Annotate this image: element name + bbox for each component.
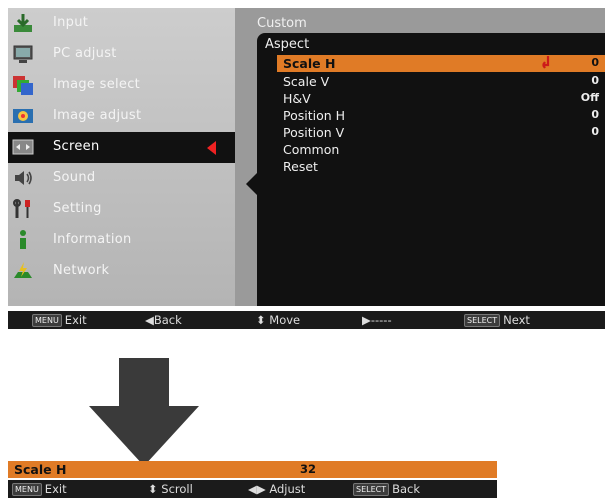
help-adjust: ◀▶ Adjust (248, 482, 306, 496)
menu-item-setting[interactable]: Setting (8, 194, 235, 225)
help-exit: MENU Exit (12, 482, 67, 496)
menu-key-icon: MENU (12, 483, 42, 496)
submenu-item-value: 0 (591, 56, 599, 69)
help-next-label: Next (503, 313, 530, 327)
help-next-arrow: ▶----- (362, 313, 392, 327)
menu-item-image-select[interactable]: Image select (8, 70, 235, 101)
menu-key-icon: MENU (32, 314, 62, 327)
submenu-item-label: Reset (283, 159, 318, 174)
aspect-label: Aspect (265, 37, 310, 52)
submenu-list: Aspect Scale H 0 Scale V 0 H&V Off Posit… (246, 33, 605, 306)
osd-menu: Input PC adjust Image select Image adjus… (8, 8, 605, 329)
adjust-value: 32 (300, 462, 317, 476)
submenu-item-position-v[interactable]: Position V 0 (277, 124, 605, 141)
submenu-item-value: 0 (591, 74, 599, 87)
menu-item-label: Input (53, 15, 89, 30)
submenu-item-label: Scale V (283, 74, 330, 89)
image-select-icon (11, 73, 35, 97)
screen-icon (11, 135, 35, 159)
menu-item-information[interactable]: Information (8, 225, 235, 256)
submenu-item-common[interactable]: Common (277, 141, 605, 158)
help-back: ◀Back (145, 313, 182, 327)
menu-item-pc-adjust[interactable]: PC adjust (8, 39, 235, 70)
submenu-item-h-and-v[interactable]: H&V Off (277, 90, 605, 107)
information-icon (11, 228, 35, 252)
help-back-label: Back (392, 482, 421, 496)
submenu-item-reset[interactable]: Reset (277, 158, 605, 175)
submenu-item-value: 0 (591, 108, 599, 121)
submenu-item-label: H&V (283, 91, 311, 106)
submenu-panel: Custom Aspect Scale H 0 Scale V 0 H&V Of… (235, 8, 605, 306)
help-exit: MENU Exit (32, 313, 87, 327)
menu-item-label: Information (53, 232, 132, 247)
setting-icon (11, 197, 35, 221)
submenu-pointer-icon (246, 173, 257, 195)
help-scroll: ⬍ Scroll (148, 482, 193, 496)
menu-item-label: Image select (53, 77, 141, 92)
submenu-item-position-h[interactable]: Position H 0 (277, 107, 605, 124)
pc-adjust-icon (11, 42, 35, 66)
image-adjust-icon (11, 104, 35, 128)
submenu-item-value: Off (580, 91, 599, 104)
input-icon (11, 11, 35, 35)
menu-item-sound[interactable]: Sound (8, 163, 235, 194)
menu-item-label: Network (53, 263, 110, 278)
help-move: ⬍ Move (256, 313, 301, 327)
submenu-item-label: Position V (283, 125, 345, 140)
help-next: SELECT Next (464, 313, 530, 327)
main-menu-panel: Input PC adjust Image select Image adjus… (8, 8, 235, 306)
network-icon (11, 259, 35, 283)
selection-pointer-icon (207, 141, 216, 155)
menu-item-label: PC adjust (53, 46, 117, 61)
select-key-icon: SELECT (353, 483, 390, 496)
sound-icon (11, 166, 35, 190)
submenu-title: Custom (257, 16, 307, 31)
submenu-item-label: Position H (283, 108, 346, 123)
adjust-bar-scale-h[interactable]: Scale H 32 (8, 461, 497, 478)
help-exit-label: Exit (44, 482, 67, 496)
submenu-item-label: Scale H (283, 56, 336, 71)
adjust-label: Scale H (14, 462, 67, 477)
submenu-item-label: Common (283, 142, 340, 157)
menu-item-label: Sound (53, 170, 96, 185)
menu-item-image-adjust[interactable]: Image adjust (8, 101, 235, 132)
menu-item-screen[interactable]: Screen (8, 132, 235, 163)
submenu-item-scale-h[interactable]: Scale H 0 (277, 55, 605, 72)
submenu-item-scale-v[interactable]: Scale V 0 (277, 73, 605, 90)
help-exit-label: Exit (64, 313, 87, 327)
menu-item-label: Screen (53, 139, 100, 154)
menu-item-label: Setting (53, 201, 102, 216)
help-bar-bottom: MENU Exit ⬍ Scroll ◀▶ Adjust SELECT Back (8, 480, 497, 498)
menu-item-input[interactable]: Input (8, 8, 235, 39)
down-arrow-icon (89, 358, 199, 466)
submenu-item-value: 0 (591, 125, 599, 138)
menu-item-label: Image adjust (53, 108, 142, 123)
menu-item-network[interactable]: Network (8, 256, 235, 287)
select-key-icon: SELECT (464, 314, 501, 327)
help-bar-top: MENU Exit ◀Back ⬍ Move ▶----- SELECT Next (8, 311, 605, 329)
help-back: SELECT Back (353, 482, 420, 496)
adjust-pointer-icon (541, 56, 551, 69)
